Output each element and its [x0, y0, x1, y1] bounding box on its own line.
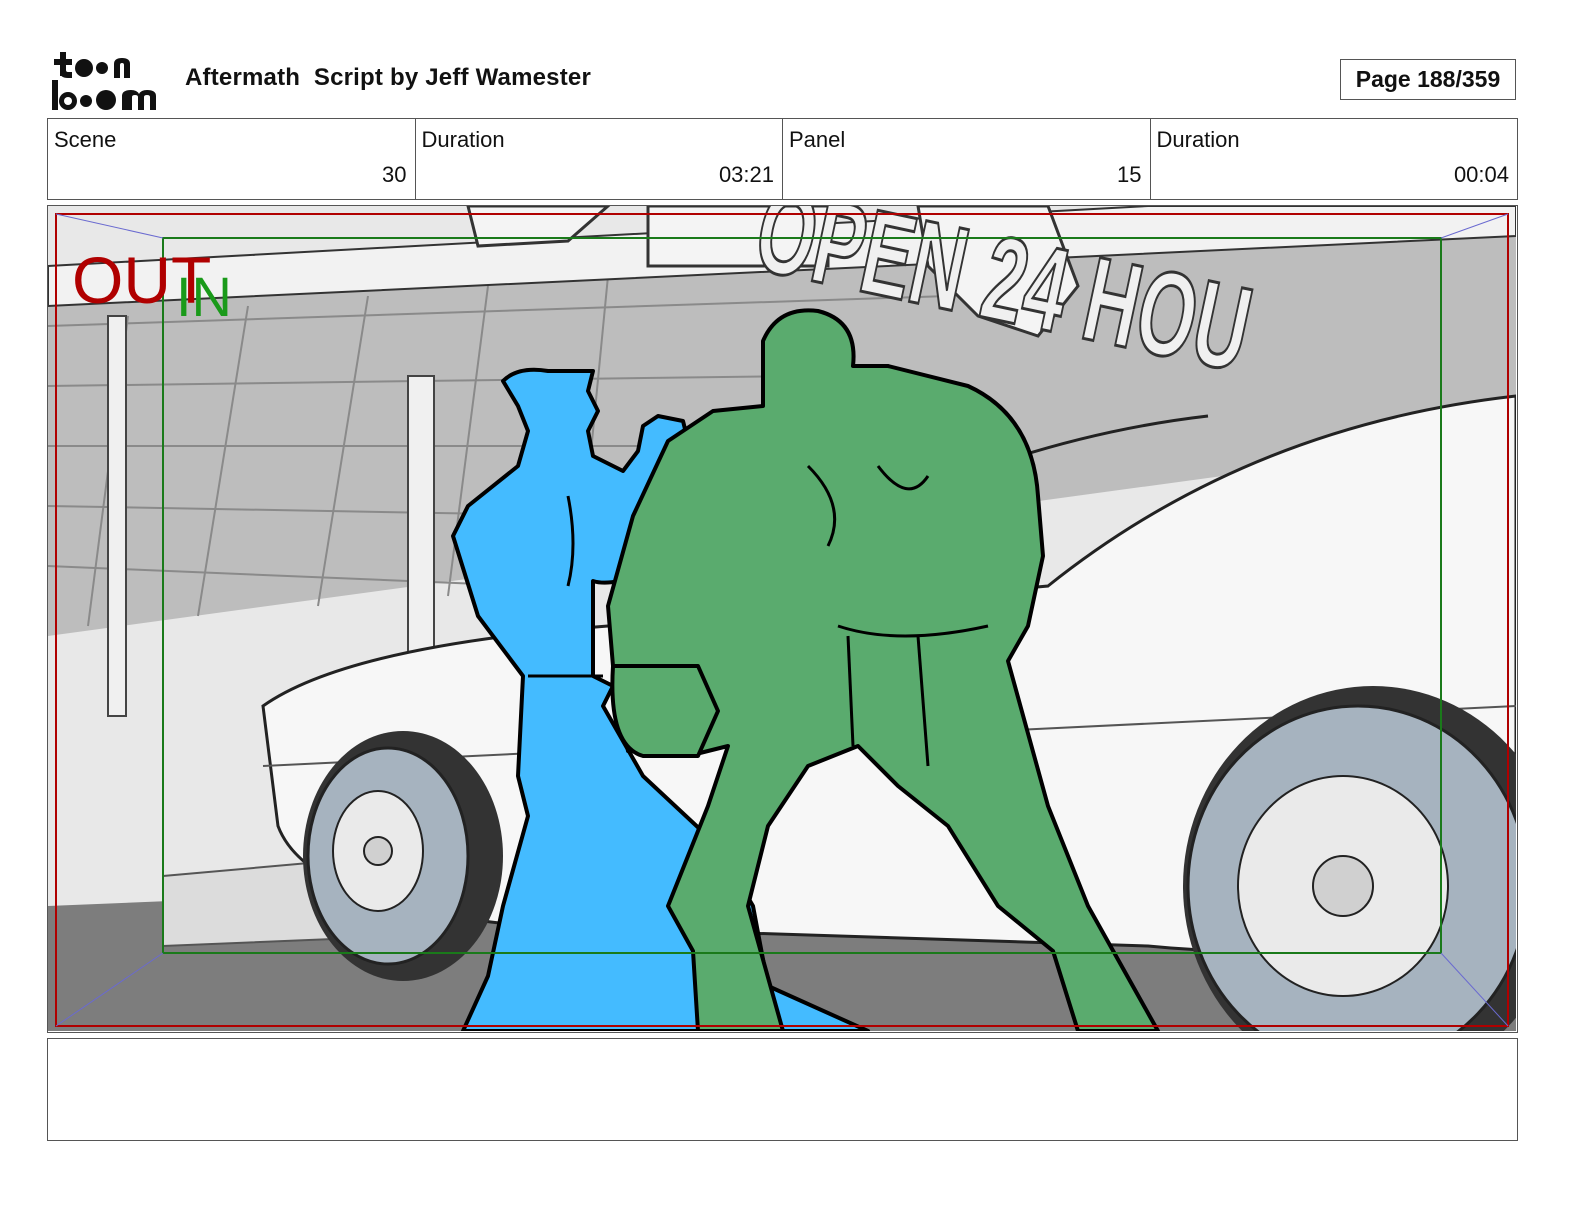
panel-duration-label: Duration	[1156, 127, 1240, 152]
panel-value: 15	[1117, 162, 1142, 187]
panel-cell: Panel 15	[783, 119, 1151, 199]
panel-duration-cell: Duration 00:04	[1151, 119, 1518, 199]
scene-duration-cell: Duration 03:21	[416, 119, 783, 199]
in-label: IN	[176, 265, 232, 328]
panel-info-row: Scene 30 Duration 03:21 Panel 15 Duratio…	[47, 118, 1518, 200]
scene-duration-label: Duration	[421, 127, 505, 152]
document-title: Aftermath Script by Jeff Wamester	[185, 64, 592, 91]
panel-duration-value: 00:04	[1453, 162, 1509, 187]
panel-notes-box	[47, 1038, 1518, 1141]
storyboard-drawing: OPEN 24 HOU OUT IN	[48, 206, 1516, 1031]
front-wheel	[303, 731, 503, 981]
scene-label: Scene	[54, 127, 117, 152]
storyboard-panel: OPEN 24 HOU OUT IN	[47, 205, 1518, 1033]
toon-boom-logo	[52, 52, 156, 110]
scene-value: 30	[382, 162, 407, 187]
scene-duration-value: 03:21	[718, 162, 774, 187]
page-number: Page 188/359	[1340, 59, 1516, 100]
scene-cell: Scene 30	[48, 119, 416, 199]
panel-label: Panel	[789, 127, 846, 152]
